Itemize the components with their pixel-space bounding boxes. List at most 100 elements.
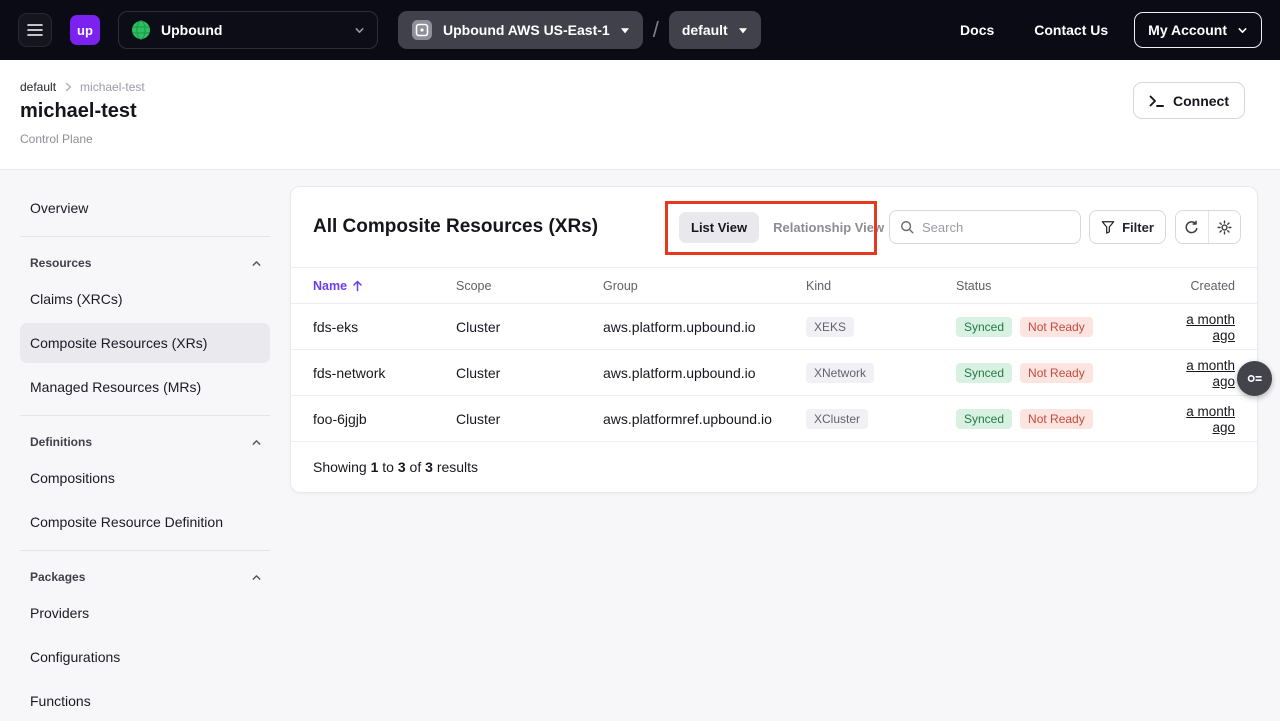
group-name-label: default [682,22,728,38]
control-plane-switcher-dropdown[interactable]: Upbound AWS US-East-1 [398,11,643,49]
table-row[interactable]: foo-6jgjb Cluster aws.platformref.upboun… [291,396,1257,442]
sidebar-section-resources[interactable]: Resources [20,251,270,275]
summary-to: 3 [398,459,406,475]
kind-badge: XNetwork [806,363,874,383]
synced-badge: Synced [956,317,1012,337]
sidebar: Overview Resources Claims (XRCs) Composi… [20,170,270,721]
sidebar-item-claims[interactable]: Claims (XRCs) [20,279,270,319]
triangle-down-icon [620,26,630,35]
upbound-logo[interactable]: up [70,15,100,45]
sidebar-item-composite-resources[interactable]: Composite Resources (XRs) [20,323,270,363]
not-ready-badge: Not Ready [1020,409,1093,429]
group-switcher-dropdown[interactable]: default [669,11,761,49]
search-input[interactable] [922,220,1070,235]
hamburger-menu-button[interactable] [18,13,52,47]
cell-group: aws.platformref.upbound.io [603,411,806,427]
cell-kind: XNetwork [806,363,956,383]
sidebar-section-definitions[interactable]: Definitions [20,430,270,454]
cell-kind: XCluster [806,409,956,429]
table-row[interactable]: fds-eks Cluster aws.platform.upbound.io … [291,304,1257,350]
sidebar-divider [20,550,270,551]
filter-icon [1101,220,1115,234]
cell-kind: XEKS [806,317,956,337]
page-header: default michael-test michael-test Contro… [0,60,1280,170]
summary-total: 3 [425,459,433,475]
sidebar-item-overview[interactable]: Overview [20,188,270,228]
contact-us-link[interactable]: Contact Us [1034,22,1108,38]
cell-group: aws.platform.upbound.io [603,319,806,335]
created-link[interactable]: a month ago [1186,312,1235,343]
list-view-tab[interactable]: List View [679,212,759,243]
connect-button[interactable]: Connect [1133,82,1245,119]
xr-list-card: All Composite Resources (XRs) List View … [290,186,1258,493]
settings-icon [1217,220,1232,235]
chevron-up-icon [251,437,262,448]
breadcrumb: default michael-test [20,80,1260,94]
cell-scope: Cluster [456,319,603,335]
column-header-scope[interactable]: Scope [456,279,603,293]
column-header-status[interactable]: Status [956,279,1161,293]
sidebar-item-functions[interactable]: Functions [20,681,270,721]
org-switcher-dropdown[interactable]: Upbound [118,11,378,49]
column-header-group[interactable]: Group [603,279,806,293]
synced-badge: Synced [956,409,1012,429]
view-toggle: List View Relationship View [679,187,884,267]
sidebar-section-packages[interactable]: Packages [20,565,270,589]
summary-results-word: results [437,459,478,475]
created-link[interactable]: a month ago [1186,358,1235,389]
column-header-created[interactable]: Created [1161,279,1235,293]
kind-badge: XCluster [806,409,868,429]
sidebar-item-configurations[interactable]: Configurations [20,637,270,677]
chevron-up-icon [251,572,262,583]
created-link[interactable]: a month ago [1186,404,1235,435]
docs-link[interactable]: Docs [960,22,994,38]
chevron-down-icon [354,25,365,36]
sidebar-item-providers[interactable]: Providers [20,593,270,633]
search-icon [900,220,914,234]
globe-icon [131,20,151,40]
hamburger-icon [27,23,43,37]
column-header-kind[interactable]: Kind [806,279,956,293]
page: { "topbar": { "logo": "up", "org": { "na… [0,0,1280,720]
chevron-up-icon [251,258,262,269]
filter-button[interactable]: Filter [1089,210,1166,244]
refresh-icon [1184,220,1199,235]
table-row[interactable]: fds-network Cluster aws.platform.upbound… [291,350,1257,396]
settings-button[interactable] [1208,211,1241,243]
filter-label: Filter [1122,220,1154,235]
results-summary: Showing 1 to 3 of 3 results [291,442,1257,492]
control-plane-name-label: Upbound AWS US-East-1 [443,22,610,38]
column-header-name[interactable]: Name [313,279,456,293]
terminal-icon [1149,94,1164,108]
not-ready-badge: Not Ready [1020,317,1093,337]
breadcrumb-chevron-icon [63,82,73,92]
refresh-button[interactable] [1176,211,1208,243]
sort-asc-icon [352,280,363,292]
card-toolbar: All Composite Resources (XRs) List View … [291,187,1257,267]
kind-badge: XEKS [806,317,854,337]
my-account-button[interactable]: My Account [1134,12,1262,48]
cell-name: foo-6jgjb [313,411,456,427]
breadcrumb-root[interactable]: default [20,80,56,94]
not-ready-badge: Not Ready [1020,363,1093,383]
chevron-down-icon [1237,25,1248,36]
search-box [889,210,1081,244]
table-header-row: Name Scope Group Kind Status Created [291,267,1257,304]
sidebar-item-compositions[interactable]: Compositions [20,458,270,498]
my-account-label: My Account [1148,22,1227,38]
page-subtitle: Control Plane [20,132,1260,146]
cell-status: Synced Not Ready [956,363,1161,383]
cell-created: a month ago [1161,357,1235,389]
toolbar-icon-group [1175,210,1241,244]
summary-showing: Showing [313,459,367,475]
cell-scope: Cluster [456,365,603,381]
sidebar-item-composite-resource-definition[interactable]: Composite Resource Definition [20,502,270,542]
triangle-down-icon [738,26,748,35]
cell-created: a month ago [1161,403,1235,435]
summary-of-word: of [410,459,422,475]
topbar-links: Docs Contact Us [960,22,1108,38]
floating-widget-button[interactable] [1237,361,1272,396]
sidebar-item-managed-resources[interactable]: Managed Resources (MRs) [20,367,270,407]
cell-name: fds-network [313,365,456,381]
relationship-view-tab[interactable]: Relationship View [773,220,884,235]
